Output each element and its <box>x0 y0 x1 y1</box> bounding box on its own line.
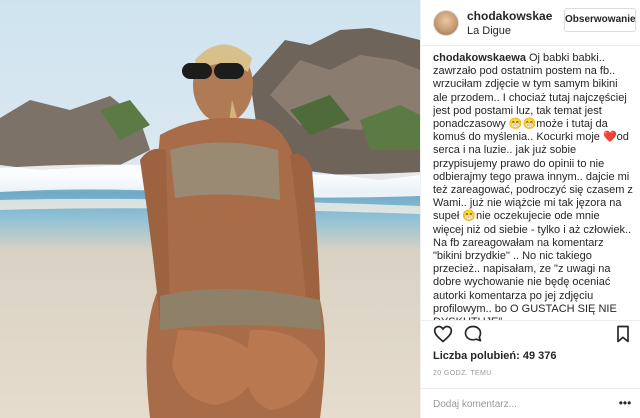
divider <box>421 320 640 321</box>
heart-outline-icon[interactable] <box>433 324 453 344</box>
post-header: chodakowskae La Digue Obserwowanie <box>421 0 640 46</box>
likes-count[interactable]: Liczba polubień: 49 376 <box>433 350 556 362</box>
post-timestamp[interactable]: 20 GODZ. TEMU <box>433 370 492 377</box>
caption-text: Oj babki babki.. zawrzało pod ostatnim p… <box>433 52 633 320</box>
comment-input[interactable] <box>433 396 603 412</box>
more-options-icon[interactable]: ••• <box>617 396 633 412</box>
divider <box>421 388 640 389</box>
location-link[interactable]: La Digue <box>467 25 511 37</box>
post-caption: chodakowskaewa Oj babki babki.. zawrzało… <box>433 52 633 320</box>
photo-illustration <box>0 28 420 418</box>
following-button[interactable]: Obserwowanie <box>564 8 636 32</box>
speech-bubble-icon[interactable] <box>463 324 483 344</box>
post-photo[interactable] <box>0 0 420 418</box>
bookmark-icon[interactable] <box>613 324 633 344</box>
caption-username[interactable]: chodakowskaewa <box>433 52 526 64</box>
avatar[interactable] <box>433 10 459 36</box>
post-side-panel: chodakowskae La Digue Obserwowanie choda… <box>420 0 640 418</box>
comment-row: ••• <box>421 390 640 418</box>
header-username[interactable]: chodakowskae <box>467 9 563 23</box>
